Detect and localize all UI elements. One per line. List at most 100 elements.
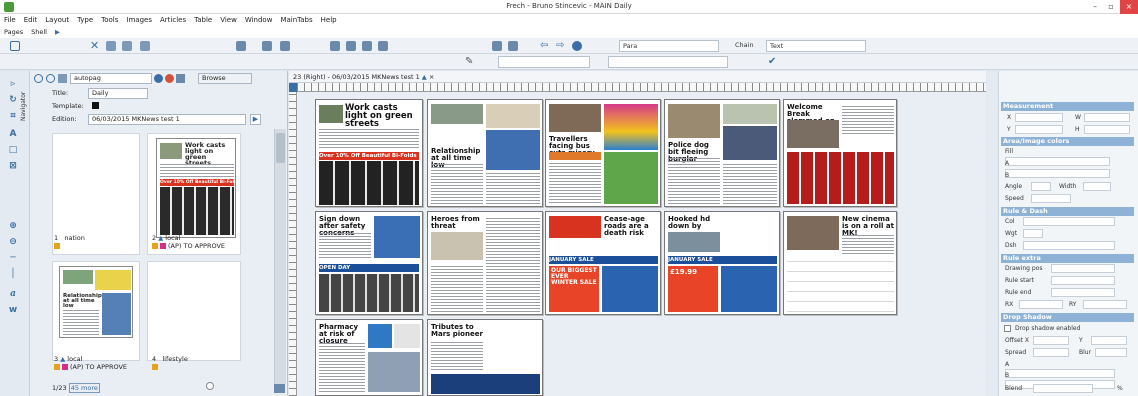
go-icon[interactable] <box>154 74 163 83</box>
menu-table[interactable]: Table <box>190 14 216 27</box>
angle-input[interactable] <box>1031 182 1051 191</box>
wgt-input[interactable] <box>1023 229 1043 238</box>
zoom-out-icon[interactable]: ⊖ <box>6 237 20 248</box>
copy-icon[interactable] <box>106 41 116 51</box>
align-icon[interactable] <box>140 41 150 51</box>
page-spread[interactable]: Tributes to Mars pioneer <box>427 319 543 396</box>
drawing-pos-select[interactable] <box>1051 264 1115 273</box>
rule-start-select[interactable] <box>1051 276 1115 285</box>
font-size-field[interactable] <box>498 56 590 68</box>
w-input[interactable] <box>1084 113 1130 122</box>
zoom-in-icon[interactable]: ⊕ <box>6 221 20 232</box>
shell-menu[interactable]: Shell <box>27 27 51 38</box>
page-spread[interactable]: Travellers facing bus cuts misery <box>545 99 661 207</box>
group-icon[interactable] <box>362 41 372 51</box>
spread-input[interactable] <box>1033 348 1069 357</box>
blur-input[interactable] <box>1095 348 1127 357</box>
title-select[interactable]: Daily <box>88 88 148 99</box>
edit-icon[interactable] <box>176 74 185 83</box>
blend-select[interactable] <box>1033 384 1093 393</box>
menu-images[interactable]: Images <box>122 14 156 27</box>
rectangle-tool-icon[interactable]: □ <box>6 145 20 156</box>
page-spread[interactable]: Pharmacy at risk of closure <box>315 319 423 396</box>
style-field[interactable]: Para <box>619 40 719 52</box>
back-arrow-icon[interactable]: ⇦ <box>540 41 550 51</box>
scroll-thumb[interactable] <box>276 133 285 163</box>
paste-icon[interactable] <box>122 41 132 51</box>
page-spread[interactable]: Sign down after safety concerns OPEN DAY <box>315 211 423 315</box>
menu-edit[interactable]: Edit <box>20 14 42 27</box>
menu-tools[interactable]: Tools <box>97 14 122 27</box>
grid-icon[interactable] <box>262 41 272 51</box>
y-input[interactable] <box>1015 125 1063 134</box>
shadow-a-select[interactable] <box>1005 369 1115 378</box>
edition-go-button[interactable]: ▶ <box>250 114 261 125</box>
section-rule-extra[interactable]: Rule extra <box>1001 254 1134 263</box>
play-icon[interactable]: ▶ <box>51 27 64 38</box>
width-input[interactable] <box>1083 182 1111 191</box>
col-select[interactable] <box>1023 217 1115 226</box>
page-spread[interactable]: Heroes from threat <box>427 211 543 315</box>
maximize-button[interactable]: ▫ <box>1103 0 1119 14</box>
delete-icon[interactable]: ✕ <box>90 40 100 51</box>
back-icon[interactable] <box>34 74 43 83</box>
x-input[interactable] <box>1015 113 1063 122</box>
page-spread[interactable]: Relationship at all time low <box>427 99 543 207</box>
text-field[interactable]: Text <box>766 40 866 52</box>
page-spread[interactable]: Work casts light on green streets Over 1… <box>315 99 423 207</box>
pages-menu[interactable]: Pages <box>0 27 27 38</box>
menu-maintabs[interactable]: MainTabs <box>276 14 316 27</box>
image-box-icon[interactable]: ⊠ <box>6 161 20 172</box>
section-measurement[interactable]: Measurement <box>1001 102 1134 111</box>
menu-layout[interactable]: Layout <box>41 14 73 27</box>
select-tool-icon[interactable] <box>10 41 20 51</box>
rule-end-select[interactable] <box>1051 288 1115 297</box>
panel-settings-icon[interactable] <box>274 384 285 393</box>
vertical-line-icon[interactable]: │ <box>6 269 20 280</box>
page-cell[interactable] <box>147 261 241 361</box>
section-rule-dash[interactable]: Rule & Dash <box>1001 207 1134 216</box>
page-spread[interactable]: Cease-age roads are a death risk JANUARY… <box>545 211 661 315</box>
navigator-tab[interactable]: Navigator <box>20 76 29 136</box>
dsh-select[interactable] <box>1023 241 1115 250</box>
browse-dropdown[interactable]: Browse <box>198 73 252 84</box>
speed-input[interactable] <box>1031 194 1071 203</box>
page-spread[interactable]: Hooked hd down by JANUARY SALE £19.99 <box>664 211 780 315</box>
minimize-button[interactable]: – <box>1087 0 1103 14</box>
crop-icon[interactable]: ⌗ <box>6 111 20 122</box>
line-tool-icon[interactable]: ─ <box>6 253 20 264</box>
font-field[interactable] <box>608 56 728 68</box>
forward-arrow-icon[interactable]: ⇨ <box>556 41 566 51</box>
checkmark-icon[interactable]: ✔ <box>768 57 778 67</box>
offset-x-input[interactable] <box>1033 336 1069 345</box>
people-icon[interactable] <box>492 41 502 51</box>
close-button[interactable]: × <box>1120 0 1138 14</box>
ry-input[interactable] <box>1083 300 1127 309</box>
document-tab[interactable]: 23 (Right) - 06/03/2015 MKNews test 1 ▲ … <box>289 71 986 83</box>
ungroup-icon[interactable] <box>378 41 388 51</box>
ruler-origin-icon[interactable] <box>289 83 297 92</box>
edition-select[interactable]: 06/03/2015 MKNews test 1 <box>88 114 246 125</box>
frame-icon[interactable] <box>280 41 290 51</box>
page-spread[interactable]: Welcome Break slammed on pay <box>783 99 897 207</box>
drop-shadow-checkbox[interactable] <box>1004 325 1011 332</box>
forward-icon[interactable] <box>46 74 55 83</box>
rotate-icon[interactable]: ↻ <box>6 95 20 106</box>
link-icon[interactable] <box>330 41 340 51</box>
navigator-scrollbar[interactable] <box>274 129 286 384</box>
pointer-icon[interactable]: ▹ <box>6 79 20 90</box>
more-link[interactable]: 45 more <box>68 383 100 393</box>
people-icon[interactable] <box>508 41 518 51</box>
menu-view[interactable]: View <box>216 14 241 27</box>
section-drop-shadow[interactable]: Drop Shadow <box>1001 313 1134 322</box>
rx-input[interactable] <box>1019 300 1063 309</box>
fill-select[interactable] <box>1005 157 1110 166</box>
page-cell[interactable]: Relationship at all time low <box>52 261 140 361</box>
tool-icon[interactable] <box>236 41 246 51</box>
w-tool-icon[interactable]: w <box>6 305 20 316</box>
text-tool-icon[interactable]: A <box>6 129 20 140</box>
h-input[interactable] <box>1084 125 1130 134</box>
page-spread[interactable]: Police dog bit fleeing burglar <box>664 99 780 207</box>
menu-articles[interactable]: Articles <box>156 14 190 27</box>
stop-icon[interactable] <box>165 74 174 83</box>
